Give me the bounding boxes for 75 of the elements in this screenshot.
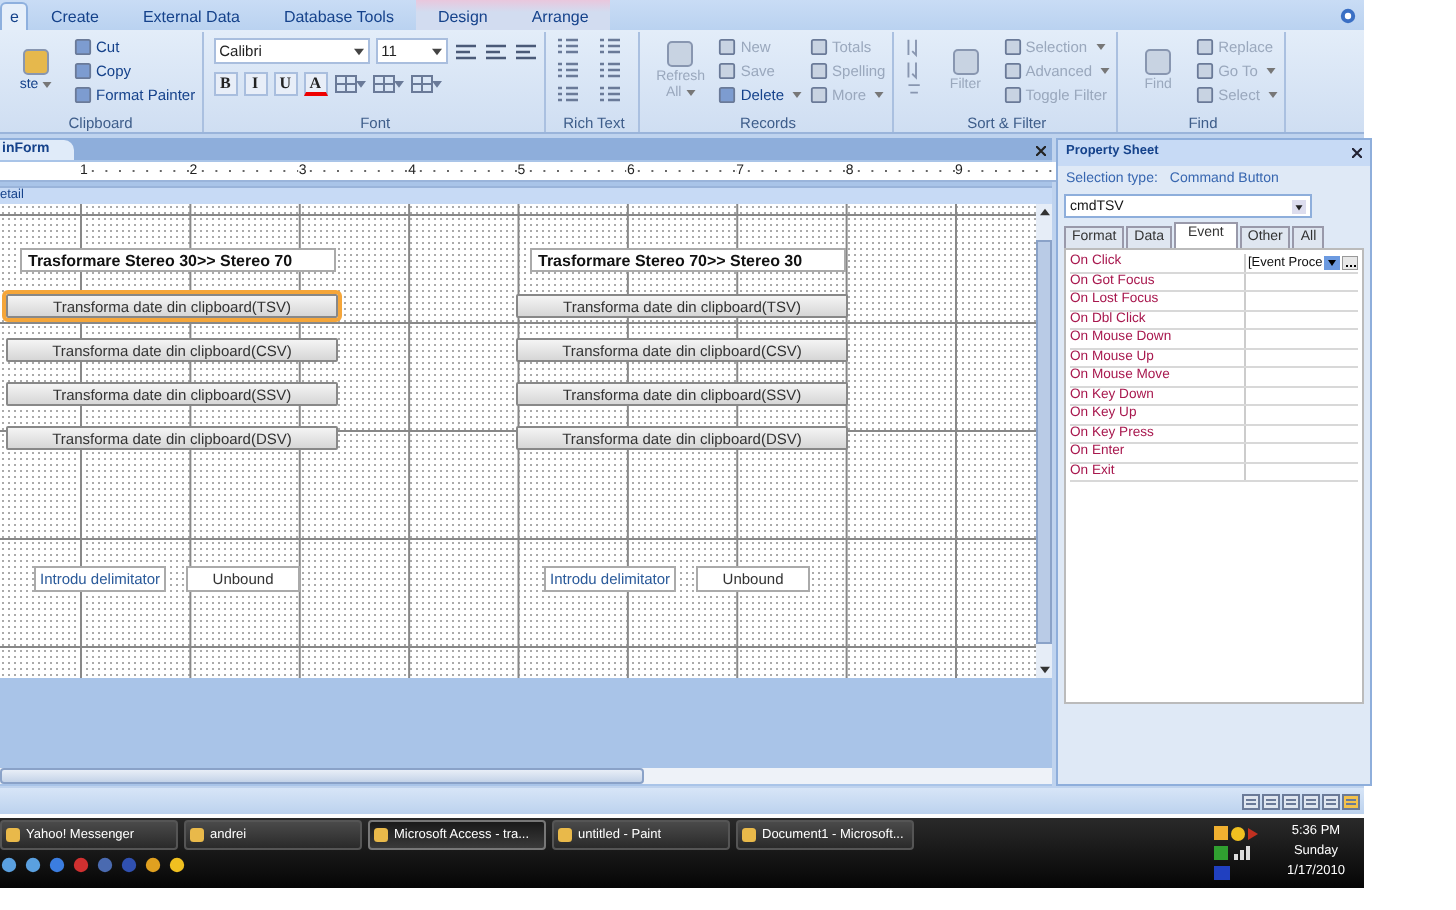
view-icon[interactable] <box>1282 793 1300 809</box>
format-button[interactable]: A <box>303 71 328 95</box>
caret-icon <box>42 82 53 88</box>
format-button[interactable]: B <box>213 71 238 95</box>
form-title-label[interactable]: Trasformare Stereo 30>> Stereo 70 <box>20 248 336 272</box>
square-icon <box>810 61 829 79</box>
caret-icon[interactable] <box>353 47 364 55</box>
list-icon[interactable] <box>597 36 622 56</box>
dropdown-icon[interactable] <box>1324 255 1341 270</box>
square-icon <box>1003 85 1022 103</box>
horizontal-scrollbar[interactable] <box>0 768 1052 784</box>
up-arrow-icon[interactable] <box>1039 208 1049 216</box>
ribbon-tab[interactable]: Create <box>28 4 121 30</box>
view-icon[interactable] <box>1322 793 1340 809</box>
app-icon <box>374 828 388 842</box>
grid-icon[interactable] <box>333 73 366 93</box>
list-icon[interactable] <box>555 60 580 80</box>
square-icon <box>718 85 737 103</box>
ribbon-tab[interactable]: Design <box>415 0 510 30</box>
app-icon <box>6 828 20 842</box>
format-button[interactable]: U <box>273 71 298 95</box>
square-icon <box>1003 61 1022 79</box>
close-icon[interactable] <box>1036 146 1046 156</box>
list-icon[interactable] <box>597 84 622 104</box>
caret-icon <box>1100 67 1111 73</box>
square-icon <box>810 37 829 55</box>
square-icon <box>74 85 92 103</box>
view-icon[interactable] <box>1342 793 1360 809</box>
grid-icon[interactable] <box>371 73 404 93</box>
builder-icon[interactable] <box>1342 255 1359 270</box>
square-icon <box>1196 85 1215 103</box>
grid-icon[interactable] <box>409 73 442 93</box>
caret-icon[interactable] <box>431 47 442 55</box>
list-icon[interactable] <box>597 60 622 80</box>
align-icon[interactable] <box>453 41 478 61</box>
view-icon[interactable] <box>1302 793 1320 809</box>
square-icon <box>1003 37 1022 55</box>
app-icon <box>742 828 756 842</box>
align-icon[interactable] <box>513 41 538 61</box>
square-icon <box>74 37 92 55</box>
close-icon[interactable] <box>1352 148 1363 158</box>
caret-icon <box>685 90 696 96</box>
square-icon <box>20 46 52 78</box>
view-icon[interactable] <box>1242 793 1260 809</box>
caret-icon[interactable] <box>1292 199 1306 213</box>
caret-icon <box>874 91 885 97</box>
square-icon <box>718 37 737 55</box>
list-icon[interactable] <box>555 84 580 104</box>
app-icon <box>190 828 204 842</box>
square-icon <box>1196 61 1215 79</box>
ribbon-tab[interactable]: External Data <box>120 4 262 30</box>
down-arrow-icon[interactable] <box>1039 666 1049 674</box>
square-icon <box>718 61 737 79</box>
ribbon-tab[interactable]: Database Tools <box>261 4 416 30</box>
square-icon <box>810 85 829 103</box>
view-icon[interactable] <box>1262 793 1280 809</box>
square-icon <box>1142 46 1175 78</box>
form-title-label[interactable]: Trasformare Stereo 70>> Stereo 30 <box>530 248 846 272</box>
align-icon[interactable] <box>483 41 508 61</box>
format-button[interactable]: I <box>243 71 268 95</box>
tray-icons[interactable] <box>1212 824 1260 884</box>
ribbon-tab[interactable]: Arrange <box>509 0 611 30</box>
caret-icon <box>1267 91 1278 97</box>
square-icon <box>949 46 982 78</box>
caret-icon <box>792 91 803 97</box>
list-icon[interactable] <box>555 36 580 56</box>
help-icon[interactable] <box>1340 8 1356 24</box>
ribbon-tab[interactable]: e <box>0 2 29 30</box>
vertical-scrollbar[interactable] <box>1036 204 1052 678</box>
square-icon <box>74 61 92 79</box>
caret-icon <box>1265 67 1276 73</box>
caret-icon <box>1095 43 1106 49</box>
square-icon <box>664 38 697 70</box>
app-icon <box>558 828 572 842</box>
square-icon <box>1196 37 1215 55</box>
